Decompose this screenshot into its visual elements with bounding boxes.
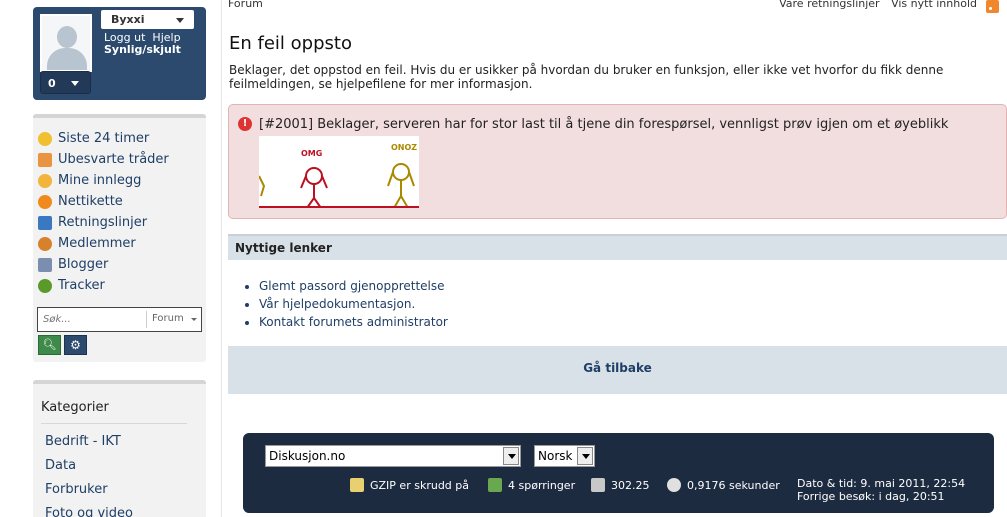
omg-image: OMG ONOZ <box>259 136 419 208</box>
nav-item-tracker[interactable]: Tracker <box>38 275 169 296</box>
chevron-down-icon <box>503 447 519 465</box>
page-description: Beklager, det oppstod en feil. Hvis du e… <box>229 63 944 91</box>
nav-item-medlemmer[interactable]: Medlemmer <box>38 233 169 254</box>
footer: Diskusjon.no Norsk GZIP er skrudd på 4 s… <box>243 433 994 513</box>
cartoon-figures-icon <box>259 163 415 208</box>
username-label: Byxxi <box>111 13 145 26</box>
category-link[interactable]: Data <box>45 458 133 482</box>
notification-count-button[interactable]: 0 <box>40 71 91 94</box>
breadcrumb[interactable]: Forum <box>228 0 263 10</box>
bug-icon <box>38 278 52 293</box>
nav-item-siste-24-timer[interactable]: Siste 24 timer <box>38 128 169 149</box>
language-select[interactable]: Norsk <box>534 445 595 467</box>
gear-icon: ⚙ <box>70 338 81 352</box>
nav-item-blogger[interactable]: Blogger <box>38 254 169 275</box>
category-link[interactable]: Foto og video <box>45 506 133 517</box>
search-box: Forum <box>37 307 202 332</box>
members-icon <box>38 236 52 251</box>
search-input[interactable] <box>38 308 144 331</box>
page-icon <box>350 478 364 492</box>
page-title: En feil oppsto <box>229 33 352 54</box>
search-options-button[interactable]: ⚙ <box>64 335 87 355</box>
search-button[interactable]: 🔍︎ <box>38 335 61 355</box>
server-icon <box>591 478 605 492</box>
rss-icon[interactable] <box>986 0 999 13</box>
search-scope-select[interactable]: Forum <box>146 311 201 328</box>
visibility-toggle[interactable]: Synlig/skjult <box>104 44 181 56</box>
warning-icon <box>38 194 52 209</box>
forgot-password-link[interactable]: Glemt passord gjenopprettelse <box>259 279 1007 297</box>
error-message-box: ! [#2001] Beklager, serveren har for sto… <box>228 104 1007 219</box>
smiley-icon <box>38 173 52 188</box>
user-panel: Byxxi Logg ut Hjelp Synlig/skjult 0 <box>33 7 206 100</box>
categories-panel: Kategorier Bedrift - IKT Data Forbruker … <box>33 380 206 517</box>
accessibility-icon <box>38 215 52 230</box>
useful-links-list: Glemt passord gjenopprettelse Vår hjelpe… <box>228 260 1007 346</box>
search-icon: 🔍︎ <box>42 338 57 351</box>
chevron-down-icon <box>577 447 593 465</box>
user-menu-button[interactable]: Byxxi <box>101 10 194 29</box>
help-docs-link[interactable]: Vår hjelpedokumentasjon. <box>259 297 1007 315</box>
useful-links-header: Nyttige lenker <box>228 234 1007 260</box>
chevron-down-icon <box>191 318 197 321</box>
guidelines-link[interactable]: Våre retningslinjer <box>779 0 879 10</box>
categories-title: Kategorier <box>41 400 109 415</box>
nav-item-ubesvarte-trader[interactable]: Ubesvarte tråder <box>38 149 169 170</box>
current-datetime: Dato & tid: 9. mai 2011, 22:54 <box>797 477 966 490</box>
top-links: Våre retningslinjer Vis nytt innhold <box>771 0 977 10</box>
clock-icon <box>667 478 681 492</box>
sidebar: Byxxi Logg ut Hjelp Synlig/skjult 0 Sist… <box>0 0 222 517</box>
avatar[interactable] <box>40 14 92 72</box>
blog-icon <box>38 257 52 272</box>
datetime-info: Dato & tid: 9. mai 2011, 22:54 Forrige b… <box>797 477 965 503</box>
clock-icon <box>38 131 52 146</box>
category-link[interactable]: Forbruker <box>45 482 133 506</box>
error-message: [#2001] Beklager, serveren har for stor … <box>259 117 949 132</box>
new-content-link[interactable]: Vis nytt innhold <box>891 0 977 10</box>
go-back-button[interactable]: Gå tilbake <box>228 346 1007 394</box>
divider <box>41 423 187 424</box>
last-visit: Forrige besøk: i dag, 20:51 <box>797 490 945 503</box>
nav-item-retningslinjer[interactable]: Retningslinjer <box>38 212 169 233</box>
memory-usage: 302.25 <box>591 478 650 492</box>
query-count: 4 spørringer <box>488 478 575 492</box>
render-time: 0,9176 sekunder <box>667 478 780 492</box>
user-links: Logg ut Hjelp Synlig/skjult <box>104 32 181 56</box>
category-link[interactable]: Bedrift - IKT <box>45 434 133 458</box>
database-icon <box>488 478 502 492</box>
contact-admin-link[interactable]: Kontakt forumets administrator <box>259 315 1007 333</box>
gzip-status: GZIP er skrudd på <box>350 478 469 492</box>
quick-nav: Siste 24 timer Ubesvarte tråder Mine inn… <box>33 114 206 362</box>
error-icon: ! <box>238 117 252 131</box>
nav-item-mine-innlegg[interactable]: Mine innlegg <box>38 170 169 191</box>
chevron-down-icon <box>71 81 79 86</box>
skin-select[interactable]: Diskusjon.no <box>265 445 521 467</box>
notification-count: 0 <box>48 77 56 90</box>
nav-item-nettikette[interactable]: Nettikette <box>38 191 169 212</box>
mail-icon <box>38 152 52 167</box>
chevron-down-icon <box>176 18 184 23</box>
